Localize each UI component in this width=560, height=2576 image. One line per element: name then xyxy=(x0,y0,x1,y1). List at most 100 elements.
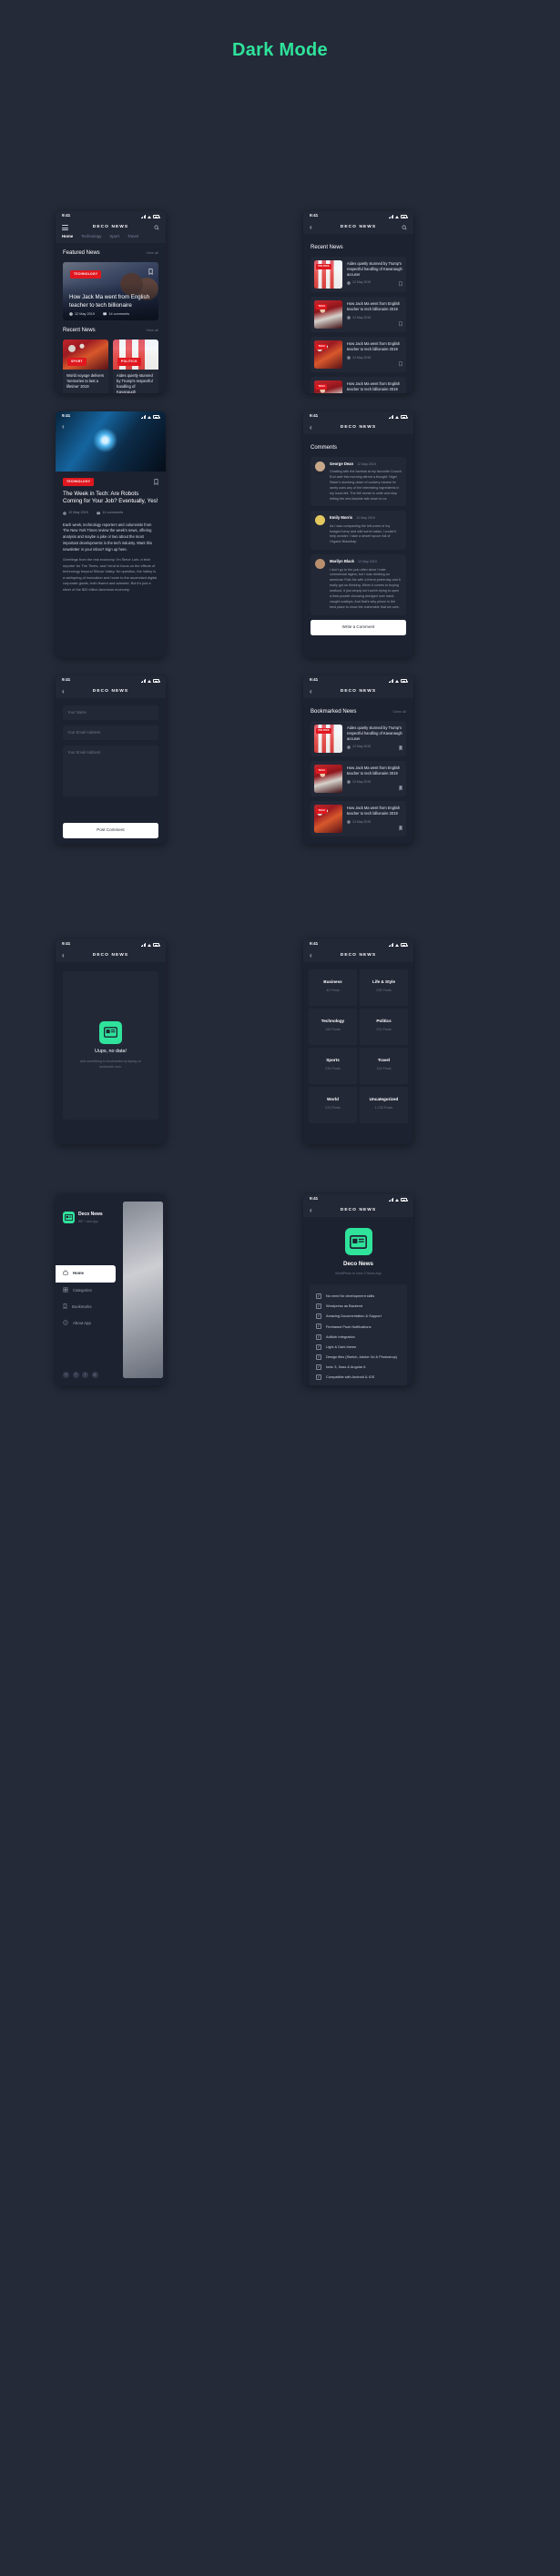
list-item[interactable]: TECH How Jack Ma went from English teach… xyxy=(311,296,406,332)
facebook-icon[interactable]: f xyxy=(72,1372,79,1378)
bookmark-icon[interactable] xyxy=(399,281,402,289)
sidebar-item-label: Home xyxy=(73,1271,84,1276)
category-card-technology[interactable]: Technology 183 Posts xyxy=(309,1009,357,1045)
bookmark-icon[interactable] xyxy=(399,745,402,753)
screen-bookmarks: 9:41 ‹ DECO NEWS Bookmarked News Clear a… xyxy=(303,675,413,844)
list-item[interactable]: TECH How Jack Ma went from English teach… xyxy=(311,376,406,393)
signal-icon xyxy=(388,214,393,218)
list-item[interactable]: TECH How Jack Ma went from English teach… xyxy=(311,336,406,372)
signal-icon xyxy=(388,678,393,683)
wifi-icon xyxy=(147,415,152,419)
category-posts: 183 Posts xyxy=(325,1027,341,1031)
nav-bar: ‹ DECO NEWS xyxy=(303,685,413,698)
category-card-politics[interactable]: Politics 231 Posts xyxy=(360,1009,408,1045)
bookmark-icon[interactable] xyxy=(154,479,158,487)
back-icon[interactable]: ‹ xyxy=(62,423,65,431)
recent-cards: SPORT World voyage delivers 'memories to… xyxy=(56,339,166,393)
bookmark-icon[interactable] xyxy=(148,269,153,277)
bookmark-icon[interactable] xyxy=(399,826,402,833)
category-card-uncategorized[interactable]: Uncategorized 1.135 Posts xyxy=(360,1087,408,1123)
bookmark-icon[interactable] xyxy=(399,361,402,369)
check-icon: ✓ xyxy=(316,1323,321,1330)
featured-card[interactable]: TECHNOLOGY How Jack Ma went from English… xyxy=(63,262,158,321)
name-field[interactable]: Your Name xyxy=(63,705,158,721)
tab-technology[interactable]: Technology xyxy=(81,234,101,239)
app-title: DECO NEWS xyxy=(340,952,377,958)
sidebar-item-about-app[interactable]: About App xyxy=(56,1315,123,1332)
content-preview-panel[interactable] xyxy=(123,1202,163,1378)
search-icon[interactable] xyxy=(402,225,407,230)
category-card-sports[interactable]: Sports 234 Posts xyxy=(309,1048,357,1084)
back-icon[interactable]: ‹ xyxy=(310,687,312,695)
bookmark-icon[interactable] xyxy=(399,321,402,329)
list-item[interactable]: TECH How Jack Ma went from English teach… xyxy=(311,800,406,837)
bookmark-icon[interactable] xyxy=(399,786,402,793)
view-all-link[interactable]: View all xyxy=(146,328,158,333)
category-card-business[interactable]: Business 42 Posts xyxy=(309,969,357,1006)
feature-label: Light & Dark theme xyxy=(326,1344,357,1349)
item-thumb: POLITICS xyxy=(314,259,342,289)
category-name: Technology xyxy=(321,1019,345,1023)
write-comment-button[interactable]: Write a Comment xyxy=(311,619,406,635)
back-icon[interactable]: ‹ xyxy=(310,951,312,959)
category-badge: TECH xyxy=(316,343,328,350)
wifi-icon xyxy=(147,215,152,218)
item-title: How Jack Ma went from English teacher to… xyxy=(347,765,401,776)
feature-label: AdMob Integration xyxy=(326,1334,355,1339)
news-logo-icon xyxy=(344,1228,372,1255)
category-card-world[interactable]: World 223 Posts xyxy=(309,1087,357,1123)
email-field[interactable]: Your Email Address xyxy=(63,725,158,741)
app-title: DECO NEWS xyxy=(340,224,377,229)
about-app-name: Deco News xyxy=(342,1261,373,1267)
sidebar-item-home[interactable]: Home xyxy=(56,1265,116,1283)
back-icon[interactable]: ‹ xyxy=(62,951,65,959)
list-item[interactable]: TECH How Jack Ma went from English teach… xyxy=(311,760,406,796)
tab-sport[interactable]: Sport xyxy=(109,234,119,239)
list-item[interactable]: POLITICS Aides quietly stunned by Trump'… xyxy=(311,256,406,292)
category-badge: TECH xyxy=(316,767,328,774)
message-field[interactable]: Your Email Address xyxy=(63,745,158,797)
category-badge: POLITICS xyxy=(316,727,331,734)
post-comment-button[interactable]: Post Comment xyxy=(63,823,158,838)
back-icon[interactable]: ‹ xyxy=(310,223,312,231)
back-icon[interactable]: ‹ xyxy=(310,1206,312,1214)
category-card-travel[interactable]: Travel 113 Posts xyxy=(360,1048,408,1084)
back-icon[interactable]: ‹ xyxy=(310,423,312,431)
signal-icon xyxy=(388,414,393,419)
item-date: 12 May 2019 xyxy=(347,316,402,320)
status-icons xyxy=(388,214,408,218)
twitter-icon[interactable]: t xyxy=(82,1372,88,1378)
list-item[interactable]: POLITICS Aides quietly stunned by Trump'… xyxy=(311,720,406,756)
smiley-icon[interactable]: ☺ xyxy=(63,1372,69,1378)
clear-all-link[interactable]: Clear all xyxy=(392,709,406,715)
news-card[interactable]: SPORT World voyage delivers 'memories to… xyxy=(63,339,108,393)
grid-icon xyxy=(63,1287,68,1294)
item-title: Aides quietly stunned by Trump's respect… xyxy=(347,725,402,741)
menu-icon[interactable] xyxy=(62,225,68,230)
search-icon[interactable] xyxy=(154,225,159,230)
tab-travel[interactable]: Travel xyxy=(127,234,138,239)
news-card[interactable]: POLITICS Aides quietly stunned by Trump'… xyxy=(113,339,158,393)
instagram-icon[interactable]: ◎ xyxy=(91,1372,98,1378)
tab-home[interactable]: Home xyxy=(62,234,73,239)
screen-comment-form: 9:41 ‹ DECO NEWS Your Name Your Email Ad… xyxy=(56,675,166,844)
avatar xyxy=(315,559,325,570)
signal-icon xyxy=(140,414,146,419)
featured-header: Featured News View all xyxy=(56,243,166,262)
feature-label: Design files (Sketch, Adobe Xd & Photosh… xyxy=(326,1354,398,1360)
comment-item: Marilyn Black 12 May 2019 I don't go to … xyxy=(311,554,406,615)
feature-list: ✓ No need for development skills ✓ Wordpre… xyxy=(310,1284,407,1385)
featured-meta: 12 May 2019 14 comments xyxy=(69,312,129,318)
status-bar: 9:41 xyxy=(303,939,413,949)
check-icon: ✓ xyxy=(316,1344,321,1350)
category-name: Life & Style xyxy=(372,979,396,984)
category-posts: 223 Posts xyxy=(325,1105,341,1110)
category-card-life-style[interactable]: Life & Style 235 Posts xyxy=(360,969,408,1006)
sidebar-item-bookmarks[interactable]: Bookmarks xyxy=(56,1299,123,1315)
news-logo-icon xyxy=(63,1212,75,1224)
view-all-link[interactable]: View all xyxy=(146,250,158,256)
signal-icon xyxy=(388,942,393,947)
back-icon[interactable]: ‹ xyxy=(62,687,65,695)
sidebar-item-categories[interactable]: Categories xyxy=(56,1283,123,1299)
status-bar: 9:41 xyxy=(303,1194,413,1204)
